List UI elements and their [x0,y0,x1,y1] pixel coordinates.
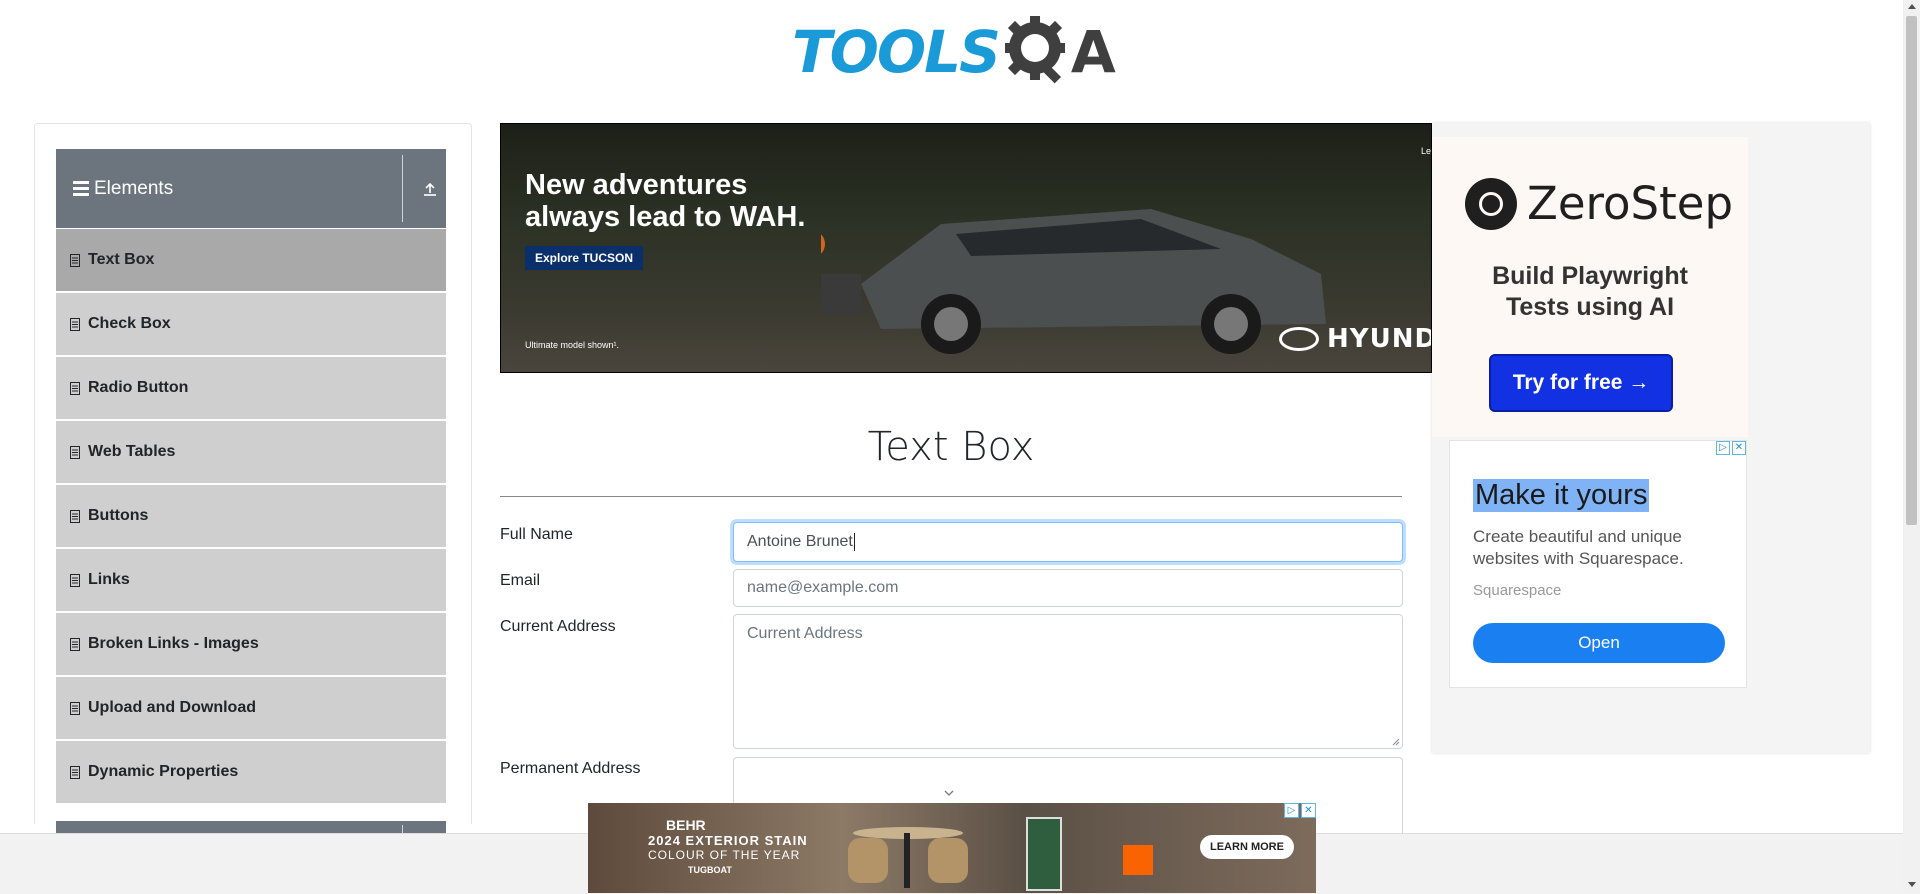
current-address-label: Current Address [500,618,616,635]
email-input[interactable]: name@example.com [733,569,1403,607]
sidebar-item-label: Check Box [88,315,171,332]
top-ad-banner[interactable]: New adventures always lead to WAH. Explo… [500,123,1432,373]
adchoices-icon[interactable]: ▷ [1716,441,1730,455]
explore-tucson-button[interactable]: Explore TUCSON [525,246,644,270]
scrollbar-thumb[interactable] [1906,16,1917,525]
logo-text-a: A [1070,18,1116,86]
sidebar-item-label: Buttons [88,507,149,524]
sidebar-item-upload-download[interactable]: Upload and Download [56,677,446,739]
hyundai-logo-icon [1279,327,1319,351]
document-icon [70,637,80,651]
group-header-divider [402,825,403,833]
document-icon [70,381,80,395]
sidebar-group-elements[interactable]: Elements [56,149,446,228]
stain-can-image [1026,817,1062,891]
ad-headline-line-1: New adventures [525,169,748,201]
document-icon [70,445,80,459]
sidebar-item-buttons[interactable]: Buttons [56,485,446,547]
toolsqa-logo[interactable]: TOOLS A [792,14,1116,90]
sidebar-item-radio-button[interactable]: Radio Button [56,357,446,419]
suv-image [821,209,1326,354]
behr-logo: BEHR [666,817,706,833]
adchoices-icon[interactable]: ▷ [1284,803,1299,818]
ad-choices[interactable]: ▷ ✕ [1716,441,1746,455]
ad-headline-line-2: always lead to WAH. [525,201,806,233]
zerostep-tagline: Build Playwright Tests using AI [1432,261,1748,323]
learn-more-button[interactable]: LEARN MORE [1200,835,1294,859]
email-placeholder: name@example.com [747,579,899,596]
current-address-placeholder: Current Address [747,625,863,642]
sidebar-item-check-box[interactable]: Check Box [56,293,446,355]
gear-magnifier-icon: A [1004,16,1116,88]
scroll-down-arrow-icon[interactable] [1908,882,1916,887]
zerostep-ad[interactable]: ZeroStep Build Playwright Tests using AI… [1432,137,1748,437]
sidebar-item-label: Broken Links - Images [88,635,259,652]
sidebar-item-label: Radio Button [88,379,189,396]
hyundai-brand-text: HYUNDA [1327,324,1431,354]
sidebar-item-broken-links[interactable]: Broken Links - Images [56,613,446,675]
hamburger-icon [73,181,89,196]
home-depot-logo [1123,845,1153,875]
hyundai-brand: HYUNDA [1279,324,1431,354]
zerostep-name: ZeroStep [1527,177,1734,230]
vertical-scrollbar[interactable] [1903,0,1920,893]
squarespace-title: Make it yours [1473,479,1650,512]
sidebar-group-next[interactable] [56,821,446,833]
behr-line-3: TUGBOAT [688,865,732,875]
group-header-divider [402,155,403,222]
behr-line-2: COLOUR OF THE YEAR [648,848,801,862]
title-divider [500,496,1402,497]
collapse-up-icon[interactable] [422,181,438,197]
zerostep-logo-icon [1465,177,1517,230]
squarespace-description: Create beautiful and unique websites wit… [1473,527,1684,568]
sidebar-item-label: Web Tables [88,443,176,460]
behr-line-1: 2024 EXTERIOR STAIN [648,833,808,848]
try-for-free-button[interactable]: Try for free → [1489,354,1673,412]
zerostep-brand: ZeroStep [1465,177,1733,230]
squarespace-source: Squarespace [1473,582,1562,599]
scroll-up-arrow-icon[interactable] [1908,4,1916,9]
sidebar-item-dynamic-properties[interactable]: Dynamic Properties [56,741,446,803]
document-icon [70,573,80,587]
patio-furniture-image [848,827,968,888]
full-name-value: Antoine Brunet [747,533,853,550]
sidebar-item-label: Dynamic Properties [88,763,239,780]
sidebar-item-label: Links [88,571,130,588]
sidebar-group-title: Elements [94,177,174,199]
document-icon [70,701,80,715]
sidebar-item-label: Upload and Download [88,699,256,716]
sidebar-item-text-box[interactable]: Text Box [56,229,446,291]
sidebar-item-label: Text Box [88,251,155,268]
document-icon [70,253,80,267]
document-icon [70,509,80,523]
document-icon [70,317,80,331]
bottom-ad-banner[interactable]: BEHR 2024 EXTERIOR STAIN COLOUR OF THE Y… [588,803,1316,893]
squarespace-ad[interactable]: ▷ ✕ Make it yours Create beautiful and u… [1449,440,1747,688]
page-title: Text Box [867,424,1035,470]
ad-headline: New adventures always lead to WAH. [525,169,805,233]
resize-handle-icon[interactable] [1392,738,1400,746]
full-name-label: Full Name [500,526,573,543]
logo-text-tools: TOOLS [792,18,1001,86]
email-label: Email [500,572,541,589]
ad-footnote: Ultimate model shown¹. [525,340,620,350]
behr-ad-text: BEHR 2024 EXTERIOR STAIN COLOUR OF THE Y… [648,817,808,875]
zerostep-tagline-line-2: Tests using AI [1505,293,1675,321]
full-name-input[interactable]: Antoine Brunet [733,522,1403,562]
sidebar-item-web-tables[interactable]: Web Tables [56,421,446,483]
text-caret [853,532,855,551]
ad-choices[interactable]: ▷ ✕ [1284,803,1316,818]
ad-corner-text: Le [1420,146,1431,156]
close-icon[interactable]: ✕ [1732,441,1746,455]
current-address-textarea[interactable]: Current Address [733,614,1403,749]
chevron-down-icon [944,790,954,796]
sidebar-item-links[interactable]: Links [56,549,446,611]
open-button[interactable]: Open [1473,623,1725,663]
document-icon [70,765,80,779]
permanent-address-label: Permanent Address [500,760,641,777]
sidebar-menu: Text Box Check Box Radio Button Web Tabl… [56,229,446,805]
zerostep-tagline-line-1: Build Playwright [1492,262,1688,290]
close-icon[interactable]: ✕ [1301,803,1316,818]
